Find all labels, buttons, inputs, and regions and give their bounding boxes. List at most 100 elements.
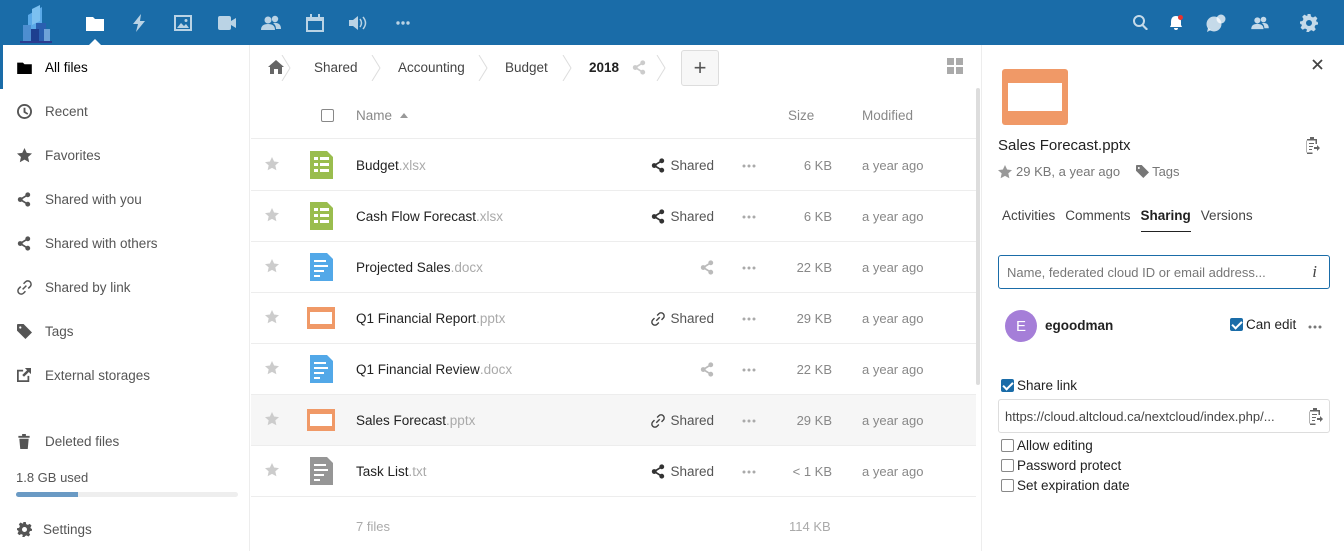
favorite-star-icon[interactable] [265, 208, 279, 222]
app-contacts[interactable] [249, 0, 293, 45]
breadcrumb-current[interactable]: 2018 [589, 45, 619, 89]
notifications-button[interactable] [1156, 0, 1196, 45]
checkbox[interactable] [1001, 439, 1014, 452]
sidebar-item-shared-by-link[interactable]: Shared by link [0, 265, 250, 309]
sidebar-item-deleted-files[interactable]: Deleted files [0, 419, 250, 463]
more-actions-icon[interactable] [742, 215, 756, 219]
app-talk[interactable] [205, 0, 249, 45]
table-row[interactable]: Q1 Financial Report .pptx Shared 29 KB a yea… [251, 293, 976, 344]
share-button[interactable]: Shared [651, 191, 714, 242]
checkbox[interactable] [1001, 379, 1014, 392]
scrollbar[interactable] [976, 88, 980, 385]
tab-sharing[interactable]: Sharing [1140, 207, 1191, 232]
more-actions-icon[interactable] [742, 419, 756, 423]
file-name[interactable]: Projected Sales .docx [356, 242, 483, 293]
file-name[interactable]: Q1 Financial Review .docx [356, 344, 512, 395]
app-files[interactable] [73, 0, 117, 45]
share-link-checkbox[interactable]: Share link [1001, 378, 1077, 393]
favorite-star-icon[interactable] [265, 310, 279, 324]
share-more-icon[interactable] [1308, 325, 1322, 329]
more-actions-icon[interactable] [742, 470, 756, 474]
file-name[interactable]: Sales Forecast .pptx [356, 395, 475, 446]
folder-icon [86, 16, 104, 31]
can-edit-checkbox[interactable]: Can edit [1230, 317, 1296, 332]
sidebar-item-favorites[interactable]: Favorites [0, 133, 250, 177]
share-button[interactable] [700, 242, 714, 293]
password-protect-checkbox[interactable]: Password protect [1001, 458, 1121, 473]
app-more[interactable] [381, 0, 425, 45]
share-link-url-field[interactable]: https://cloud.altcloud.ca/nextcloud/inde… [998, 399, 1330, 433]
sidebar-item-recent[interactable]: Recent [0, 89, 250, 133]
table-row[interactable]: Sales Forecast .pptx Shared 29 KB a year ago [251, 395, 976, 446]
expiration-date-checkbox[interactable]: Set expiration date [1001, 478, 1130, 493]
info-icon[interactable]: i [1312, 262, 1317, 282]
share-button[interactable]: Shared [651, 293, 714, 344]
breadcrumb-item[interactable]: Budget [505, 45, 548, 89]
table-row[interactable]: Task List .txt Shared < 1 KB a year ago [251, 446, 976, 497]
allow-editing-checkbox[interactable]: Allow editing [1001, 438, 1093, 453]
star-icon[interactable] [998, 164, 1012, 179]
new-file-button[interactable]: + [681, 50, 719, 86]
sidebar-item-all-files[interactable]: All files [0, 45, 250, 89]
app-audio[interactable] [337, 0, 381, 45]
share-search-input[interactable] [1007, 264, 1297, 280]
share-button[interactable]: Shared [651, 395, 714, 446]
share-button[interactable] [700, 344, 714, 395]
select-all-checkbox[interactable] [321, 91, 334, 139]
favorite-star-icon[interactable] [265, 412, 279, 426]
favorite-star-icon[interactable] [265, 361, 279, 375]
file-name[interactable]: Budget .xlsx [356, 140, 426, 191]
column-size[interactable]: Size [788, 91, 814, 139]
more-actions-icon[interactable] [742, 266, 756, 270]
more-actions-icon[interactable] [742, 368, 756, 372]
table-header: Name Size Modified [251, 91, 976, 139]
column-modified[interactable]: Modified [862, 91, 913, 139]
copy-link-icon[interactable] [1304, 137, 1320, 154]
favorite-star-icon[interactable] [265, 463, 279, 477]
contacts-menu-button[interactable] [1196, 0, 1236, 45]
column-name[interactable]: Name [356, 91, 409, 139]
sidebar-item-shared-with-you[interactable]: Shared with you [0, 177, 250, 221]
spreadsheet-file-icon [307, 151, 335, 179]
more-actions-icon[interactable] [742, 317, 756, 321]
checkbox[interactable] [1001, 459, 1014, 472]
tab-comments[interactable]: Comments [1065, 207, 1130, 232]
share-button[interactable]: Shared [651, 140, 714, 191]
table-row[interactable]: Budget .xlsx Shared 6 KB a year ago [251, 140, 976, 191]
grid-view-icon[interactable] [947, 58, 963, 74]
logo[interactable] [18, 3, 54, 43]
search-button[interactable] [1120, 0, 1160, 45]
app-activity[interactable] [117, 0, 161, 45]
favorite-star-icon[interactable] [265, 157, 279, 171]
file-name[interactable]: Q1 Financial Report .pptx [356, 293, 505, 344]
sidebar-settings[interactable]: Settings [0, 507, 250, 551]
share-button[interactable]: Shared [651, 446, 714, 497]
tab-versions[interactable]: Versions [1201, 207, 1253, 232]
checkbox[interactable] [1230, 318, 1243, 331]
breadcrumb-item[interactable]: Shared [314, 45, 358, 89]
sidebar-item-shared-with-others[interactable]: Shared with others [0, 221, 250, 265]
more-actions-icon[interactable] [742, 164, 756, 168]
breadcrumb-item[interactable]: Accounting [398, 45, 465, 89]
breadcrumb-share-button[interactable] [632, 45, 646, 89]
folder-icon [16, 59, 32, 75]
share-icon [16, 191, 32, 207]
app-calendar[interactable] [293, 0, 337, 45]
clipboard-icon[interactable] [1307, 408, 1323, 425]
file-name[interactable]: Task List .txt [356, 446, 427, 497]
checkbox[interactable] [1001, 479, 1014, 492]
table-row[interactable]: Projected Sales .docx 22 KB a year ago [251, 242, 976, 293]
table-row[interactable]: Q1 Financial Review .docx 22 KB a year ago [251, 344, 976, 395]
close-icon[interactable] [1312, 59, 1323, 70]
file-size: 6 KB [803, 209, 832, 224]
sidebar-item-tags[interactable]: Tags [0, 309, 250, 353]
tab-activities[interactable]: Activities [1002, 207, 1055, 232]
app-gallery[interactable] [161, 0, 205, 45]
file-name[interactable]: Cash Flow Forecast .xlsx [356, 191, 503, 242]
favorite-star-icon[interactable] [265, 259, 279, 273]
settings-button[interactable] [1289, 0, 1329, 45]
users-button[interactable] [1240, 0, 1280, 45]
tags-button[interactable]: Tags [1136, 164, 1180, 179]
table-row[interactable]: Cash Flow Forecast .xlsx Shared 6 KB a year … [251, 191, 976, 242]
sidebar-item-external-storages[interactable]: External storages [0, 353, 250, 397]
